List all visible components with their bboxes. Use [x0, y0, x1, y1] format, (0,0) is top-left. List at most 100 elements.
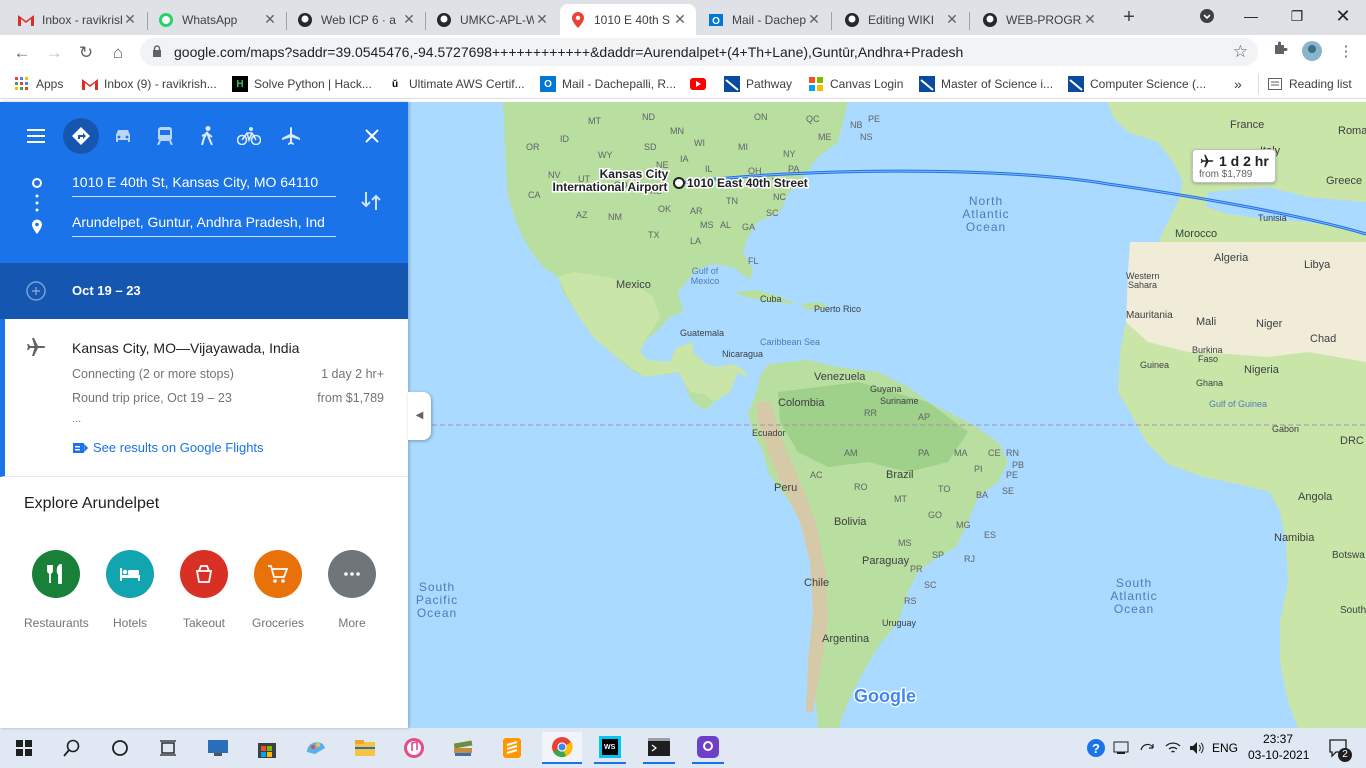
add-date-icon[interactable]: [26, 281, 46, 301]
language-indicator[interactable]: ENG: [1212, 741, 1238, 755]
lock-icon[interactable]: [152, 44, 166, 60]
tab-search-icon[interactable]: [1184, 0, 1230, 32]
bookmark-youtube[interactable]: [690, 74, 712, 94]
origin-label[interactable]: 1010 East 40th Street: [686, 175, 810, 192]
destination-input[interactable]: Arundelpet, Guntur, Andhra Pradesh, Ind: [72, 211, 336, 237]
remote-desktop-icon[interactable]: [202, 732, 234, 764]
explore-restaurants[interactable]: Restaurants: [24, 550, 89, 630]
webstorm-icon[interactable]: WS: [594, 732, 626, 764]
terminal-icon[interactable]: [643, 732, 675, 764]
tab-umkc-apl[interactable]: UMKC-APL-W ✕: [426, 4, 558, 35]
map-canvas[interactable]: MT ND MN WI MI OR ID WY SD NE IA IL OH P…: [408, 102, 1366, 728]
file-explorer-icon[interactable]: [349, 732, 381, 764]
search-icon[interactable]: [56, 732, 88, 764]
bookmark-hackerrank[interactable]: H Solve Python | Hack...: [232, 74, 372, 94]
map-label-mn: MN: [670, 126, 684, 136]
python-books-icon[interactable]: [447, 732, 479, 764]
tab-gmail[interactable]: Inbox - ravikrishna ✕: [8, 4, 146, 35]
map-land: MT ND MN WI MI OR ID WY SD NE IA IL OH P…: [408, 102, 1366, 728]
tray-sync-icon[interactable]: [1134, 732, 1160, 764]
svg-text:North: North: [969, 194, 1003, 208]
bookmark-star-icon[interactable]: ☆: [1233, 42, 1248, 62]
tab-whatsapp[interactable]: WhatsApp ✕: [148, 4, 286, 35]
origin-marker[interactable]: [673, 177, 685, 189]
collapse-panel-button[interactable]: ◀: [408, 392, 431, 440]
home-icon[interactable]: ⌂: [104, 39, 132, 67]
bookmark-mail[interactable]: O Mail - Dachepalli, R...: [540, 74, 676, 94]
flight-duration-badge[interactable]: 1 d 2 hr from $1,789: [1192, 149, 1276, 183]
clock-time[interactable]: 23:37: [1263, 732, 1293, 746]
close-tab-icon[interactable]: ✕: [806, 11, 822, 28]
menu-icon[interactable]: [18, 118, 54, 154]
address-bar[interactable]: google.com/maps?saddr=39.0545476,-94.572…: [140, 38, 1258, 66]
takeout-icon[interactable]: [180, 550, 228, 598]
task-view-icon[interactable]: [152, 732, 184, 764]
wifi-icon[interactable]: [1160, 732, 1186, 764]
car-icon[interactable]: [105, 118, 141, 154]
flight-icon[interactable]: [273, 118, 309, 154]
explore-hotels[interactable]: Hotels: [98, 550, 162, 630]
restaurant-icon[interactable]: [32, 550, 80, 598]
bookmark-apps[interactable]: Apps: [14, 74, 63, 94]
clock-date[interactable]: 03-10-2021: [1248, 748, 1309, 762]
bookmark-inbox[interactable]: Inbox (9) - ravikrish...: [82, 74, 217, 94]
google-flights-link[interactable]: See results on Google Flights: [72, 440, 264, 455]
tab-web-programming[interactable]: WEB-PROGRA ✕: [972, 4, 1106, 35]
tab-google-maps[interactable]: 1010 E 40th S ✕: [560, 4, 696, 35]
new-tab-button[interactable]: +: [1117, 6, 1141, 30]
tab-web-icp[interactable]: Web ICP 6 · a ✕: [287, 4, 425, 35]
bookmark-udemy[interactable]: ŭ Ultimate AWS Certif...: [387, 74, 525, 94]
close-directions-icon[interactable]: [354, 118, 390, 154]
reading-list[interactable]: Reading list: [1258, 74, 1352, 94]
close-tab-icon[interactable]: ✕: [122, 11, 138, 28]
bookmarks-overflow[interactable]: »: [1234, 74, 1242, 94]
sublime-text-icon[interactable]: [496, 732, 528, 764]
menu-dots-icon[interactable]: ⋮: [1334, 40, 1358, 64]
more-dots-icon[interactable]: [328, 550, 376, 598]
close-tab-icon[interactable]: ✕: [262, 11, 278, 28]
explore-more[interactable]: More: [320, 550, 384, 630]
transit-icon[interactable]: [147, 118, 183, 154]
swap-directions-icon[interactable]: [360, 190, 382, 217]
cycling-icon[interactable]: [231, 118, 267, 154]
origin-input[interactable]: 1010 E 40th St, Kansas City, MO 64110: [72, 171, 336, 197]
flight-route-card[interactable]: Kansas City, MO—Vijayawada, India Connec…: [0, 319, 408, 477]
minimize-button[interactable]: —: [1228, 0, 1274, 32]
github-desktop-icon[interactable]: [692, 732, 724, 764]
explore-takeout[interactable]: Takeout: [172, 550, 236, 630]
bookmark-pathway[interactable]: Pathway: [724, 74, 792, 94]
tab-editing-wiki[interactable]: Editing WIKI ✕: [834, 4, 968, 35]
hotel-icon[interactable]: [106, 550, 154, 598]
paint-icon[interactable]: [300, 732, 332, 764]
itunes-icon[interactable]: [398, 732, 430, 764]
close-tab-icon[interactable]: ✕: [401, 11, 417, 28]
profile-avatar[interactable]: [1300, 40, 1324, 64]
close-tab-icon[interactable]: ✕: [672, 11, 688, 28]
trip-dates[interactable]: Oct 19 – 23: [72, 283, 141, 298]
url-text[interactable]: google.com/maps?saddr=39.0545476,-94.572…: [174, 44, 1234, 60]
bookmark-canvas[interactable]: Canvas Login: [808, 74, 903, 94]
date-bar[interactable]: Oct 19 – 23: [0, 263, 408, 319]
extensions-icon[interactable]: [1268, 40, 1292, 64]
cortana-icon[interactable]: [104, 732, 136, 764]
explore-groceries[interactable]: Groceries: [246, 550, 310, 630]
bookmark-master-science[interactable]: Master of Science i...: [919, 74, 1053, 94]
tab-mail[interactable]: O Mail - Dachep ✕: [698, 4, 830, 35]
windows-start-icon[interactable]: [8, 732, 40, 764]
store-icon[interactable]: [251, 732, 283, 764]
forward-arrow-icon[interactable]: →: [40, 39, 68, 67]
restore-button[interactable]: ❐: [1274, 0, 1320, 32]
best-route-icon[interactable]: [63, 118, 99, 154]
bookmark-computer-science[interactable]: Computer Science (...: [1068, 74, 1206, 94]
close-tab-icon[interactable]: ✕: [944, 11, 960, 28]
walking-icon[interactable]: [189, 118, 225, 154]
close-tab-icon[interactable]: ✕: [1082, 11, 1098, 28]
volume-icon[interactable]: [1186, 732, 1208, 764]
reload-icon[interactable]: ↻: [72, 39, 100, 67]
close-tab-icon[interactable]: ✕: [534, 11, 550, 28]
grocery-cart-icon[interactable]: [254, 550, 302, 598]
close-window-button[interactable]: ✕: [1320, 0, 1366, 32]
chrome-icon[interactable]: [542, 732, 582, 764]
tray-network-adapter-icon[interactable]: [1108, 732, 1134, 764]
back-arrow-icon[interactable]: ←: [8, 39, 36, 67]
